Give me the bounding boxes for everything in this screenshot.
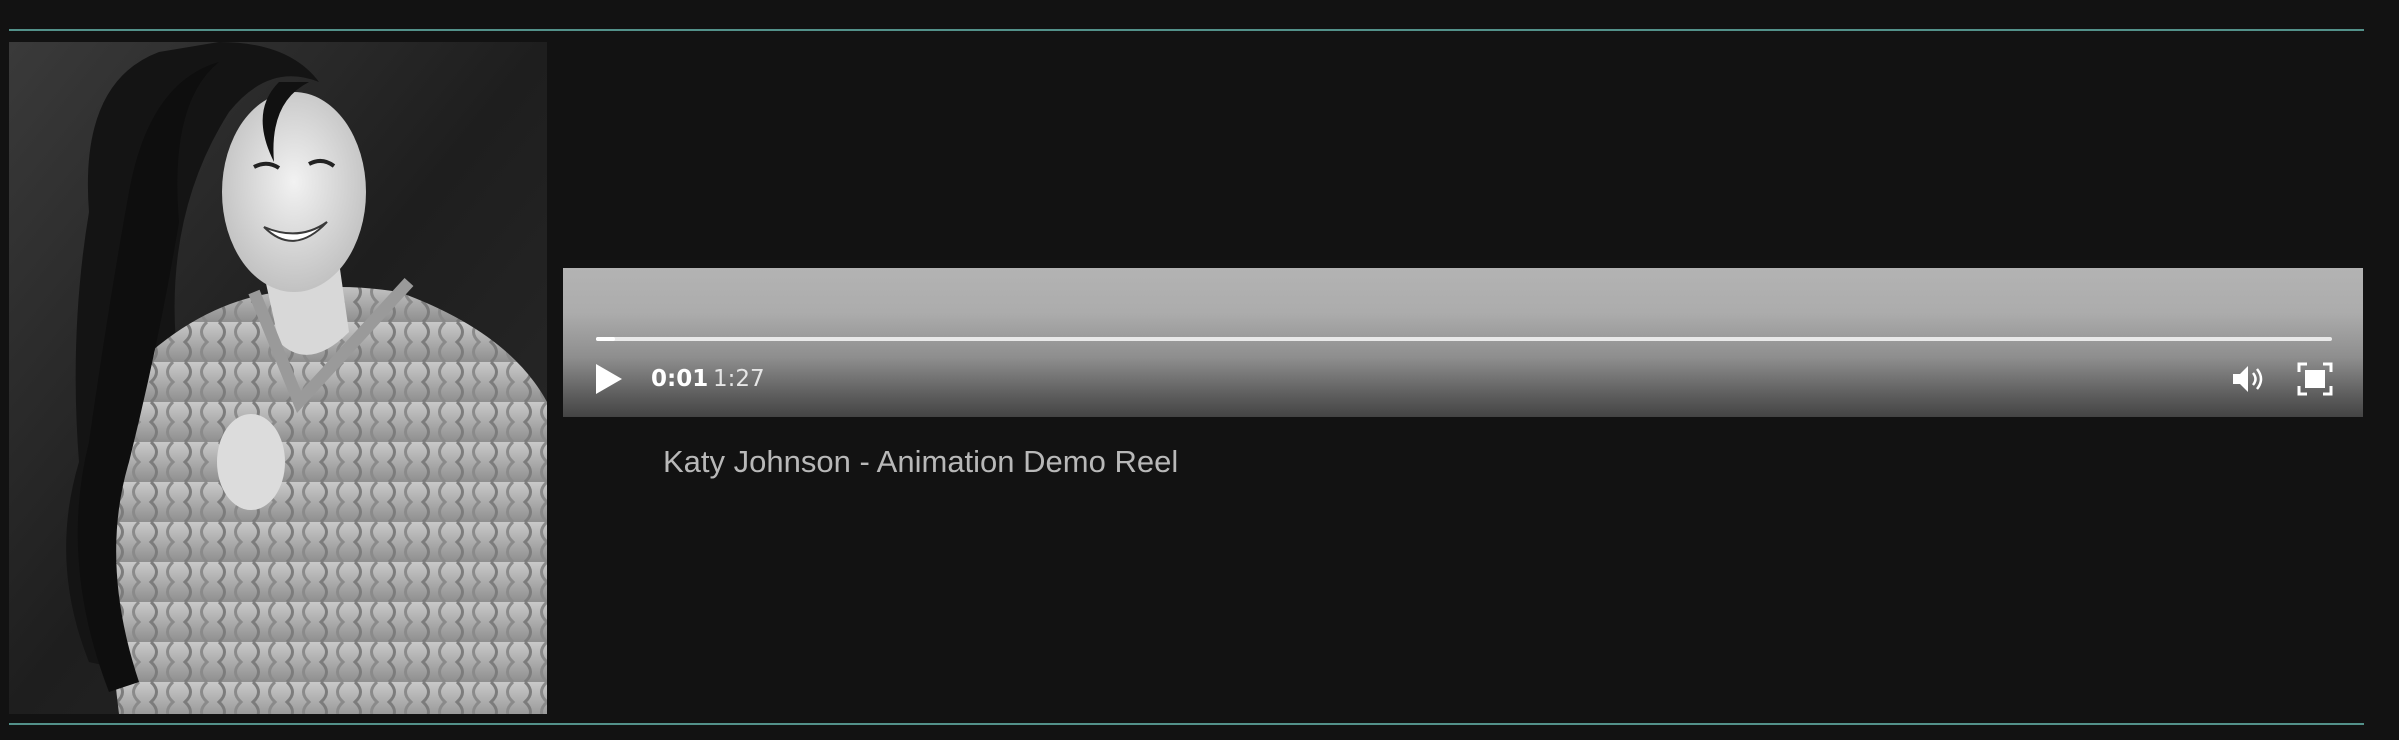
portrait-photo [9,42,547,714]
bottom-divider [9,723,2364,725]
play-icon[interactable] [593,362,625,396]
video-player[interactable]: 0:01 1:27 [563,268,2363,417]
top-divider [9,29,2364,31]
volume-icon[interactable] [2230,362,2266,396]
video-caption: Katy Johnson - Animation Demo Reel [663,444,1179,479]
page: 0:01 1:27 Katy Johnson - Animation Demo … [0,0,2399,740]
fullscreen-icon[interactable] [2297,362,2333,396]
duration-time: 1:27 [713,366,765,392]
progress-fill [596,337,616,341]
progress-bar[interactable] [596,337,2332,341]
current-time: 0:01 [651,366,709,392]
